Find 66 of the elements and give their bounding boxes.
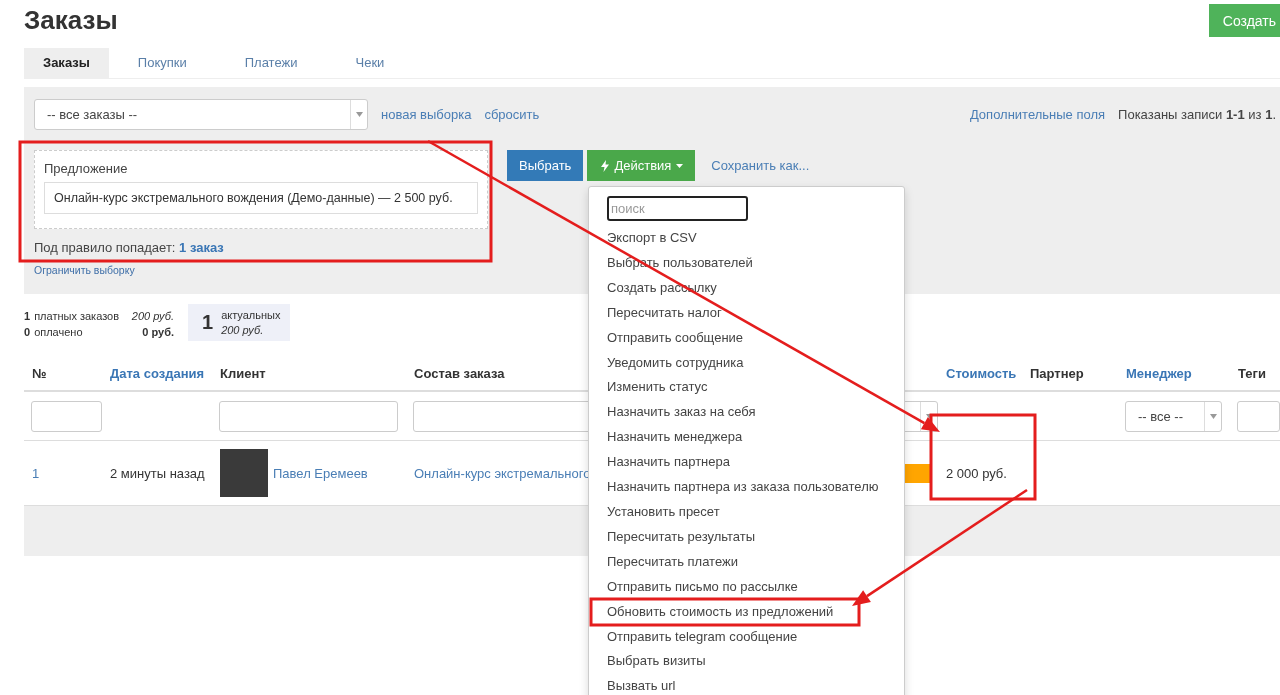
paid-label: платных заказов	[34, 309, 120, 324]
created-time: 2 минуты назад	[110, 465, 205, 481]
select-button[interactable]: Выбрать	[507, 150, 584, 181]
limit-selection-link[interactable]: Ограничить выборку	[34, 264, 135, 276]
new-selection-link[interactable]: новая выборка	[381, 107, 472, 122]
sortable-column-header[interactable]: Дата создания	[110, 365, 205, 381]
client-filter-field[interactable]	[219, 400, 398, 432]
current-label: актуальных	[221, 307, 281, 323]
paid-count: 1	[24, 309, 31, 324]
menu-item[interactable]: Установить пресет	[607, 499, 904, 525]
caret-icon	[676, 163, 684, 168]
caret-icon	[925, 413, 933, 419]
client-link[interactable]: Павел Еремеев	[273, 465, 368, 481]
current-sum: 200 руб.	[221, 322, 265, 338]
match-count-link[interactable]: 1 заказ	[179, 240, 224, 255]
number-filter-field[interactable]	[31, 400, 102, 432]
menu-item[interactable]: Пересчитать платежи	[607, 549, 904, 575]
order-cost: 2 000 руб.	[946, 465, 1007, 481]
column-header: Партнер	[1030, 365, 1084, 381]
manager-filter-select[interactable]: -- все --	[1125, 400, 1222, 432]
tab[interactable]: Покупки	[108, 48, 216, 78]
menu-item[interactable]: Выбрать визиты	[607, 649, 904, 675]
order-number-link[interactable]: 1	[32, 465, 40, 481]
page-title: Заказы	[24, 4, 118, 36]
caret-icon	[1209, 413, 1217, 419]
menu-item[interactable]: Назначить партнера	[607, 450, 904, 476]
condition-label: Предложение	[44, 161, 129, 176]
menu-item[interactable]: Пересчитать результаты	[607, 524, 904, 550]
tab[interactable]: Чеки	[326, 48, 414, 78]
menu-item[interactable]: Экспорт в CSV	[607, 226, 904, 251]
records-count: Показаны записи 1-1 из 1.	[1118, 107, 1277, 122]
tab[interactable]: Платежи	[215, 48, 327, 78]
menu-item[interactable]: Пересчитать налог	[607, 300, 904, 326]
settled-count: 0	[24, 325, 31, 340]
match-text: Под правило попадает:	[34, 240, 176, 255]
lightning-icon	[601, 159, 610, 172]
menu-item[interactable]: Вызвать url	[607, 674, 904, 695]
sortable-column-header[interactable]: Менеджер	[1126, 365, 1192, 381]
column-header: Теги	[1238, 365, 1266, 381]
menu-item[interactable]: Назначить заказ на себя	[607, 400, 904, 426]
menu-item[interactable]: Изменить статус	[607, 375, 904, 401]
sortable-column-header[interactable]: Стоимость	[946, 365, 1017, 381]
photo-placeholder	[220, 449, 268, 497]
caret-icon	[355, 112, 363, 117]
tab[interactable]: Заказы	[24, 48, 109, 78]
save-as-link[interactable]: Сохранить как...	[711, 150, 810, 181]
current-count: 1	[202, 311, 214, 334]
settled-label: оплачено	[34, 325, 83, 340]
column-header: Клиент	[220, 365, 266, 381]
menu-item[interactable]: Назначить партнера из заказа пользователю	[607, 475, 904, 500]
paid-sum: 200 руб.	[131, 309, 174, 324]
menu-item[interactable]: Уведомить сотрудника	[607, 350, 904, 376]
menu-item[interactable]: Отправить сообщение	[607, 325, 904, 351]
reset-link[interactable]: сбросить	[484, 107, 540, 122]
extra-fields-link[interactable]: Дополнительные поля	[969, 107, 1106, 122]
preset-select[interactable]: -- все заказы --	[34, 99, 368, 130]
tags-filter-field[interactable]	[1237, 400, 1280, 432]
settled-sum: 0 руб.	[142, 325, 174, 340]
menu-item[interactable]: Обновить стоимость из предложений	[607, 599, 904, 625]
menu-item[interactable]: Отправить письмо по рассылке	[607, 574, 904, 600]
order-items-link[interactable]: Онлайн-курс экстремального	[414, 465, 591, 481]
menu-item[interactable]: Отправить telegram сообщение	[607, 624, 904, 650]
offer-field[interactable]: Онлайн-курс экстремального вождения (Демо-данные) — 2 500 руб.	[44, 182, 478, 214]
column-header: Состав заказа	[414, 365, 505, 381]
column-header: №	[32, 365, 47, 381]
menu-item[interactable]: Назначить менеджера	[607, 425, 904, 451]
